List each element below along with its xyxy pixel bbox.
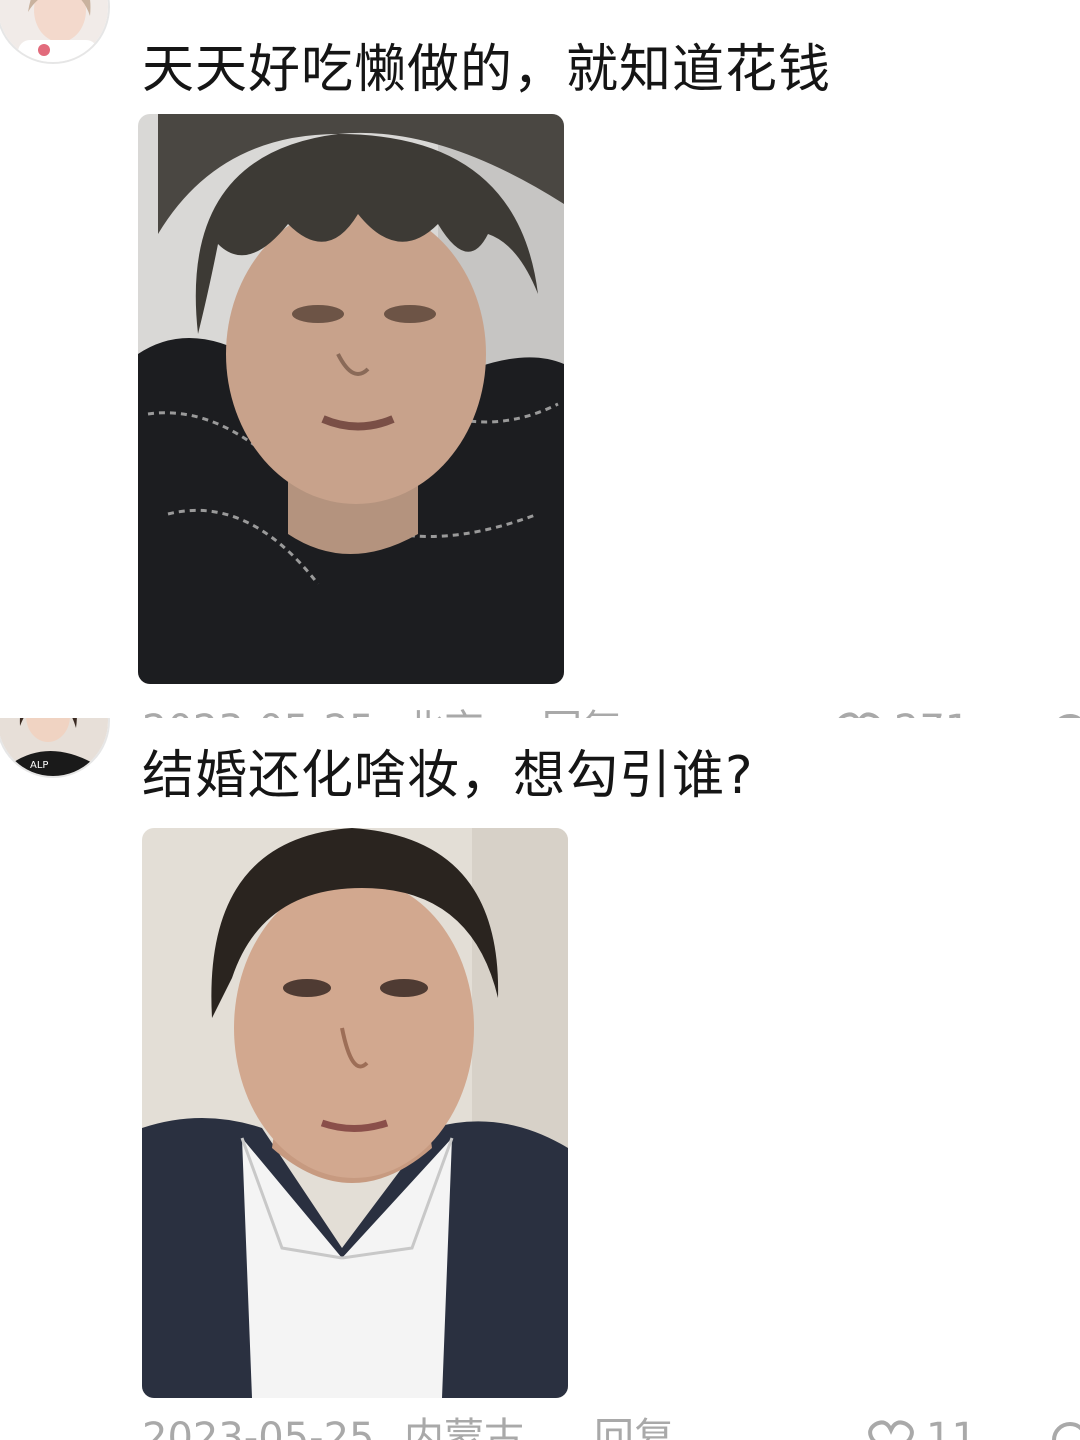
comment-date: 2023-05-25	[142, 700, 374, 718]
comment-text: 结婚还化啥妆，想勾引谁?	[142, 746, 754, 806]
user-avatar[interactable]: ALP	[0, 718, 110, 778]
comment-photo[interactable]	[142, 828, 568, 1398]
comment-text: 天天好吃懒做的，就知道花钱	[142, 40, 832, 100]
comment-location: 北京	[404, 700, 484, 718]
like-icon[interactable]	[868, 1420, 914, 1440]
reply-button[interactable]: 回复	[542, 700, 622, 718]
like-count: 271	[894, 700, 970, 718]
reply-button[interactable]: 回复	[594, 1408, 674, 1440]
more-icon[interactable]	[1050, 1420, 1080, 1440]
like-count: 11	[926, 1415, 977, 1440]
svg-text:ALP: ALP	[30, 760, 48, 771]
comment-item: 天天好吃懒做的，就知道花钱 2023-05-25 北京 回复 271	[0, 0, 1080, 718]
comment-meta-row: 2023-05-25 北京 回复 271	[142, 700, 1080, 718]
comment-date: 2023-05-25	[142, 1415, 375, 1440]
comment-location: 内蒙古	[404, 1415, 524, 1440]
user-avatar[interactable]	[0, 0, 110, 64]
comment-item: ALP 结婚还化啥妆，想勾引谁? 2023-05-25 内蒙古 回复 11	[0, 718, 1080, 1440]
comment-meta-row: 2023-05-25 内蒙古 回复 11	[142, 1408, 1080, 1440]
comment-photo[interactable]	[138, 114, 564, 684]
